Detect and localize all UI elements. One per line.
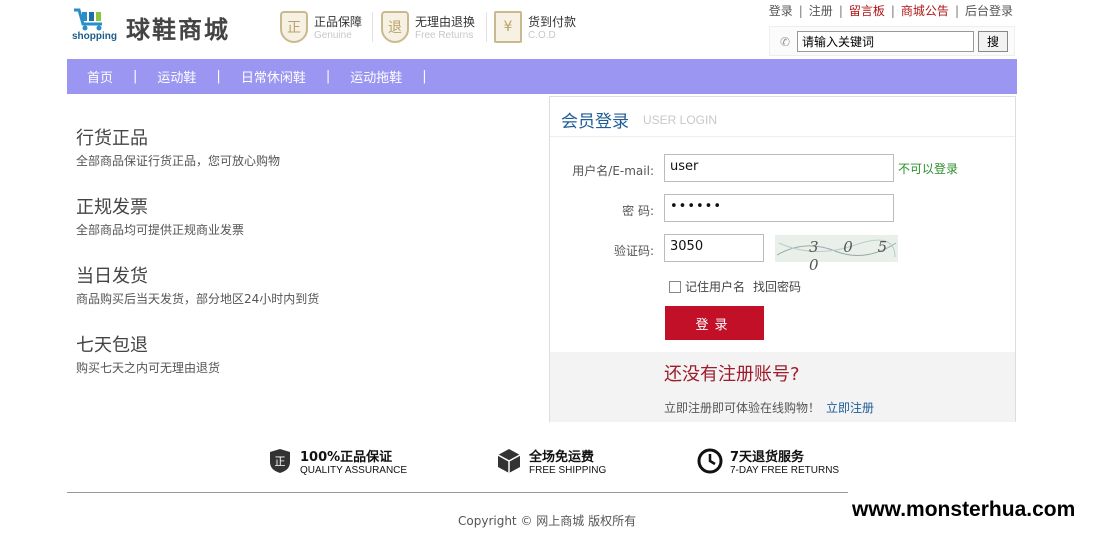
returns-shield-icon: 退: [381, 11, 409, 43]
feature-desc: 商品购买后当天发货，部分地区24小时内到货: [76, 292, 320, 306]
feature-title: 正规发票: [76, 197, 148, 218]
divider: |: [954, 4, 959, 18]
clock-icon: [697, 448, 723, 474]
register-prompt-line: 立即注册即可体验在线购物！ 立即注册: [664, 399, 874, 416]
nav-sports-shoes[interactable]: 运动鞋: [137, 67, 216, 86]
link-announcement[interactable]: 商城公告: [901, 2, 949, 19]
username-input[interactable]: user: [664, 154, 894, 182]
feature-genuine: 行货正品 全部商品保证行货正品，您可放心购物: [76, 124, 280, 169]
search-bar: ✆ 搜: [769, 26, 1015, 56]
guarantee-genuine: 正 正品保障 Genuine: [280, 10, 362, 44]
cod-icon: ¥: [494, 11, 522, 43]
register-link[interactable]: 立即注册: [826, 401, 874, 415]
captcha-label: 验证码:: [613, 244, 654, 258]
feature-invoice: 正规发票 全部商品均可提供正规商业发票: [76, 193, 244, 238]
badge-returns: 7天退货服务 7-DAY FREE RETURNS: [697, 446, 839, 476]
login-subtitle: USER LOGIN: [643, 113, 718, 127]
password-label: 密 码:: [622, 204, 654, 218]
logo-text: shopping: [72, 31, 117, 42]
link-guestbook[interactable]: 留言板: [849, 2, 885, 19]
top-links: 登录 | 注册 | 留言板 | 商城公告 | 后台登录: [769, 2, 1013, 19]
divider: |: [890, 4, 895, 18]
feature-desc: 全部商品保证行货正品，您可放心购物: [76, 154, 281, 168]
phone-icon: ✆: [780, 35, 791, 49]
feature-title: 当日发货: [76, 266, 148, 287]
feature-title: 七天包退: [76, 335, 148, 356]
divider: |: [798, 4, 803, 18]
username-status: 不可以登录: [898, 162, 959, 176]
remember-checkbox[interactable]: [669, 280, 681, 293]
login-title: 会员登录: [561, 112, 629, 132]
nav-casual-shoes[interactable]: 日常休闲鞋: [221, 67, 326, 86]
register-question: 还没有注册账号?: [664, 364, 800, 385]
username-label: 用户名/E-mail:: [572, 164, 654, 178]
guarantee-returns: 退 无理由退换 Free Returns: [381, 10, 475, 44]
badge-quality: 正 100%正品保证 QUALITY ASSURANCE: [267, 446, 407, 476]
password-input[interactable]: ••••••: [664, 194, 894, 222]
guarantee-sub: Genuine: [314, 30, 352, 41]
guarantee-main: 货到付款: [528, 15, 577, 29]
badge-sub: FREE SHIPPING: [529, 465, 607, 476]
box-icon: [497, 449, 521, 473]
login-panel: 会员登录 USER LOGIN 用户名/E-mail: user 不可以登录 密…: [549, 96, 1016, 422]
watermark: www.monsterhua.com: [852, 498, 1076, 521]
badge-main: 7天退货服务: [730, 450, 805, 465]
main-nav: 首页 | 运动鞋 | 日常休闲鞋 | 运动拖鞋 |: [67, 59, 1017, 94]
guarantee-main: 正品保障: [314, 15, 363, 29]
badge-shipping: 全场免运费 FREE SHIPPING: [496, 446, 606, 476]
badge-sub: 7-DAY FREE RETURNS: [730, 465, 840, 476]
forgot-password-link[interactable]: 找回密码: [753, 278, 801, 295]
genuine-shield-icon: 正: [280, 11, 308, 43]
remember-row: 记住用户名 找回密码: [669, 278, 801, 295]
badge-sub: QUALITY ASSURANCE: [300, 465, 408, 476]
guarantee-main: 无理由退换: [415, 15, 476, 29]
login-header: 会员登录 USER LOGIN: [550, 97, 1015, 137]
feature-desc: 购买七天之内可无理由退货: [76, 361, 221, 375]
captcha-input[interactable]: 3050: [664, 234, 764, 262]
link-login[interactable]: 登录: [769, 2, 793, 19]
guarantee-sub: Free Returns: [415, 30, 474, 41]
badge-main: 100%正品保证: [300, 450, 393, 465]
copyright: Copyright © 网上商城 版权所有: [458, 514, 637, 528]
badge-main: 全场免运费: [529, 450, 595, 465]
remember-label[interactable]: 记住用户名: [685, 278, 745, 295]
search-input[interactable]: [797, 31, 974, 52]
search-button[interactable]: 搜: [978, 31, 1008, 52]
divider: [372, 12, 373, 42]
footer-divider: [67, 492, 848, 493]
svg-text:正: 正: [275, 455, 286, 468]
divider: [486, 12, 487, 42]
link-register[interactable]: 注册: [809, 2, 833, 19]
captcha-text: 3 0 5 0: [809, 238, 898, 274]
nav-separator: |: [422, 69, 427, 84]
feature-returns: 七天包退 购买七天之内可无理由退货: [76, 331, 220, 376]
quality-shield-icon: 正: [270, 449, 290, 473]
site-title[interactable]: 球鞋商城: [126, 10, 230, 45]
divider: |: [838, 4, 843, 18]
register-area: 还没有注册账号? 立即注册即可体验在线购物！ 立即注册: [550, 352, 1015, 422]
feature-desc: 全部商品均可提供正规商业发票: [76, 223, 245, 237]
feature-same-day: 当日发货 商品购买后当天发货，部分地区24小时内到货: [76, 262, 319, 307]
link-admin-login[interactable]: 后台登录: [965, 2, 1013, 19]
register-prompt: 立即注册即可体验在线购物！: [664, 401, 821, 415]
captcha-image[interactable]: 3 0 5 0: [775, 235, 898, 274]
guarantee-cod: ¥ 货到付款 C.O.D: [494, 10, 576, 44]
login-button[interactable]: 登录: [665, 306, 764, 340]
nav-sports-slippers[interactable]: 运动拖鞋: [330, 67, 422, 86]
nav-home[interactable]: 首页: [67, 67, 133, 86]
guarantee-sub: C.O.D: [528, 30, 556, 41]
feature-title: 行货正品: [76, 128, 148, 149]
